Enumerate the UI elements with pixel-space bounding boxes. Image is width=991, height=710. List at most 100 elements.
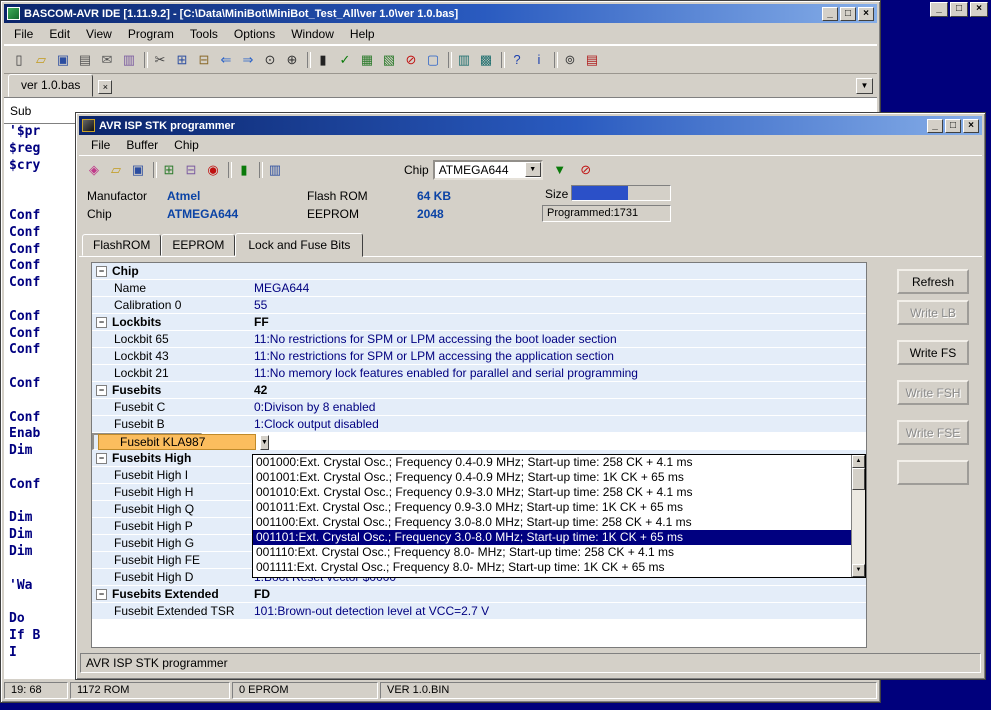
help-icon[interactable]: ?	[506, 49, 528, 71]
dropdown-option[interactable]: 001101:Ext. Crystal Osc.; Frequency 3.0-…	[253, 530, 851, 545]
scrollbar-thumb[interactable]	[852, 468, 865, 490]
fuse-grid-row[interactable]: − Fusebit C 0:Divison by 8 enabled ▼	[92, 399, 866, 416]
programmer-tab[interactable]: EEPROM	[161, 234, 235, 256]
write-chip-icon[interactable]: ⊞	[158, 159, 180, 181]
dropdown-option[interactable]: 001111:Ext. Crystal Osc.; Frequency 8.0-…	[253, 560, 851, 575]
open-file-icon[interactable]: ▱	[105, 159, 127, 181]
pdf-report-icon[interactable]: ▤	[581, 49, 603, 71]
collapse-icon[interactable]: −	[96, 266, 107, 277]
fuse-grid-row[interactable]: − Fusebits Extended FD ▼	[92, 586, 866, 603]
programmer-tab[interactable]: Lock and Fuse Bits	[235, 233, 363, 257]
about-icon[interactable]: i	[528, 49, 550, 71]
save-file-icon[interactable]: ▣	[52, 49, 74, 71]
menu-item[interactable]: Edit	[41, 24, 78, 44]
menu-item[interactable]: Window	[283, 24, 342, 44]
program-chip-icon[interactable]: ▧	[378, 49, 400, 71]
tab-ver-1-0-bas[interactable]: ver 1.0.bas	[8, 74, 93, 97]
menu-item[interactable]: Options	[226, 24, 283, 44]
compile-icon[interactable]: ▮	[312, 49, 334, 71]
chevron-down-icon[interactable]: ▼	[260, 435, 269, 450]
copy-icon[interactable]: ⊞	[171, 49, 193, 71]
ide-titlebar[interactable]: BASCOM-AVR IDE [1.11.9.2] - [C:\Data\Min…	[4, 4, 877, 23]
simulator-icon[interactable]: ▥	[453, 49, 475, 71]
show-result-icon[interactable]: ▦	[356, 49, 378, 71]
fuse-grid-row[interactable]: − Lockbit 65 11:No restrictions for SPM …	[92, 331, 866, 348]
verify-chip-icon[interactable]: ▥	[264, 159, 286, 181]
refresh-button[interactable]: Refresh	[897, 269, 969, 294]
dropdown-option[interactable]: 001110:Ext. Crystal Osc.; Frequency 8.0-…	[253, 545, 851, 560]
read-fusebits-icon[interactable]: ▼	[549, 159, 571, 181]
extra-button[interactable]	[897, 460, 969, 485]
fuse-grid-row[interactable]: − Calibration 0 55 ▼	[92, 297, 866, 314]
chevron-down-icon[interactable]: ▼	[525, 162, 541, 177]
read-chip-icon[interactable]: ⊟	[180, 159, 202, 181]
fuse-grid-row[interactable]: − Lockbits FF ▼	[92, 314, 866, 331]
dropdown-scrollbar[interactable]: ▲ ▼	[851, 455, 865, 577]
close-button[interactable]: ×	[858, 7, 874, 21]
write-lb-button[interactable]: Write LB	[897, 300, 969, 325]
menu-item[interactable]: Help	[342, 24, 383, 44]
write-fs-button[interactable]: Write FS	[897, 340, 969, 365]
open-file-icon[interactable]: ▱	[30, 49, 52, 71]
new-file-icon[interactable]: ▯	[8, 49, 30, 71]
scroll-down-icon[interactable]: ▼	[852, 564, 865, 577]
cancel-icon[interactable]: ⊘	[575, 159, 597, 181]
mail-icon[interactable]: ✉	[96, 49, 118, 71]
close-button[interactable]: ×	[963, 119, 979, 133]
dropdown-option[interactable]: 001001:Ext. Crystal Osc.; Frequency 0.4-…	[253, 470, 851, 485]
stop-icon[interactable]: ⊘	[400, 49, 422, 71]
write-lockbits-icon[interactable]: ◉	[202, 159, 224, 181]
tab-list-dropdown-button[interactable]: ▼	[856, 78, 873, 94]
indent-icon[interactable]: ⇒	[237, 49, 259, 71]
cut-icon[interactable]: ✂	[149, 49, 171, 71]
menu-item[interactable]: Tools	[182, 24, 226, 44]
dropdown-option[interactable]: 001100:Ext. Crystal Osc.; Frequency 3.0-…	[253, 515, 851, 530]
collapse-icon[interactable]: −	[96, 589, 107, 600]
write-fse-button[interactable]: Write FSE	[897, 420, 969, 445]
export-icon[interactable]: ▥	[118, 49, 140, 71]
maximize-button[interactable]: □	[840, 7, 856, 21]
scroll-up-icon[interactable]: ▲	[852, 455, 865, 468]
menu-item[interactable]: File	[83, 135, 118, 155]
auto-program-icon[interactable]: ▮	[233, 159, 255, 181]
menu-item[interactable]: Chip	[166, 135, 207, 155]
print-icon[interactable]: ▤	[74, 49, 96, 71]
fuse-grid-row[interactable]: − Chip ▼	[92, 263, 866, 280]
collapse-icon[interactable]: −	[96, 385, 107, 396]
erase-chip-icon[interactable]: ◈	[83, 159, 105, 181]
minimize-button[interactable]: _	[927, 119, 943, 133]
save-file-icon[interactable]: ▣	[127, 159, 149, 181]
menu-item[interactable]: Program	[120, 24, 182, 44]
fuse-grid-row[interactable]: − Name MEGA644 ▼	[92, 280, 866, 297]
terminal-icon[interactable]: ▢	[422, 49, 444, 71]
programmer-tab[interactable]: FlashROM	[82, 234, 161, 256]
minimize-button[interactable]: _	[930, 2, 948, 17]
find-next-icon[interactable]: ⊕	[281, 49, 303, 71]
unindent-icon[interactable]: ⇐	[215, 49, 237, 71]
dropdown-option[interactable]: 001010:Ext. Crystal Osc.; Frequency 0.9-…	[253, 485, 851, 500]
fuse-grid-row[interactable]: − Lockbit 43 11:No restrictions for SPM …	[92, 348, 866, 365]
fuse-grid-row[interactable]: − Lockbit 21 11:No memory lock features …	[92, 365, 866, 382]
maximize-button[interactable]: □	[950, 2, 968, 17]
collapse-icon[interactable]: −	[96, 453, 107, 464]
paste-icon[interactable]: ⊟	[193, 49, 215, 71]
programmer-titlebar[interactable]: AVR ISP STK programmer _ □ ×	[79, 116, 982, 135]
close-button[interactable]: ×	[970, 2, 988, 17]
dropdown-option[interactable]: 001011:Ext. Crystal Osc.; Frequency 0.9-…	[253, 500, 851, 515]
tab-close-icon[interactable]: ×	[98, 80, 112, 94]
maximize-button[interactable]: □	[945, 119, 961, 133]
menu-item[interactable]: File	[6, 24, 41, 44]
fuse-grid-row[interactable]: − Fusebits 42 ▼	[92, 382, 866, 399]
menu-item[interactable]: View	[78, 24, 120, 44]
lcd-designer-icon[interactable]: ▩	[475, 49, 497, 71]
write-fsh-button[interactable]: Write FSH	[897, 380, 969, 405]
collapse-icon[interactable]: −	[96, 317, 107, 328]
minimize-button[interactable]: _	[822, 7, 838, 21]
dropdown-option[interactable]: 001000:Ext. Crystal Osc.; Frequency 0.4-…	[253, 455, 851, 470]
find-icon[interactable]: ⊙	[259, 49, 281, 71]
menu-item[interactable]: Buffer	[118, 135, 166, 155]
fuse-grid-row[interactable]: − Fusebit B 1:Clock output disabled ▼	[92, 416, 866, 433]
fuse-grid-row[interactable]: − Fusebit KLA987 001101:Ext. Crystal Osc…	[92, 433, 202, 450]
chip-select-combobox[interactable]: ATMEGA644 ▼	[433, 160, 543, 180]
fuse-grid-row[interactable]: − Fusebit Extended TSR 101:Brown-out det…	[92, 603, 866, 620]
